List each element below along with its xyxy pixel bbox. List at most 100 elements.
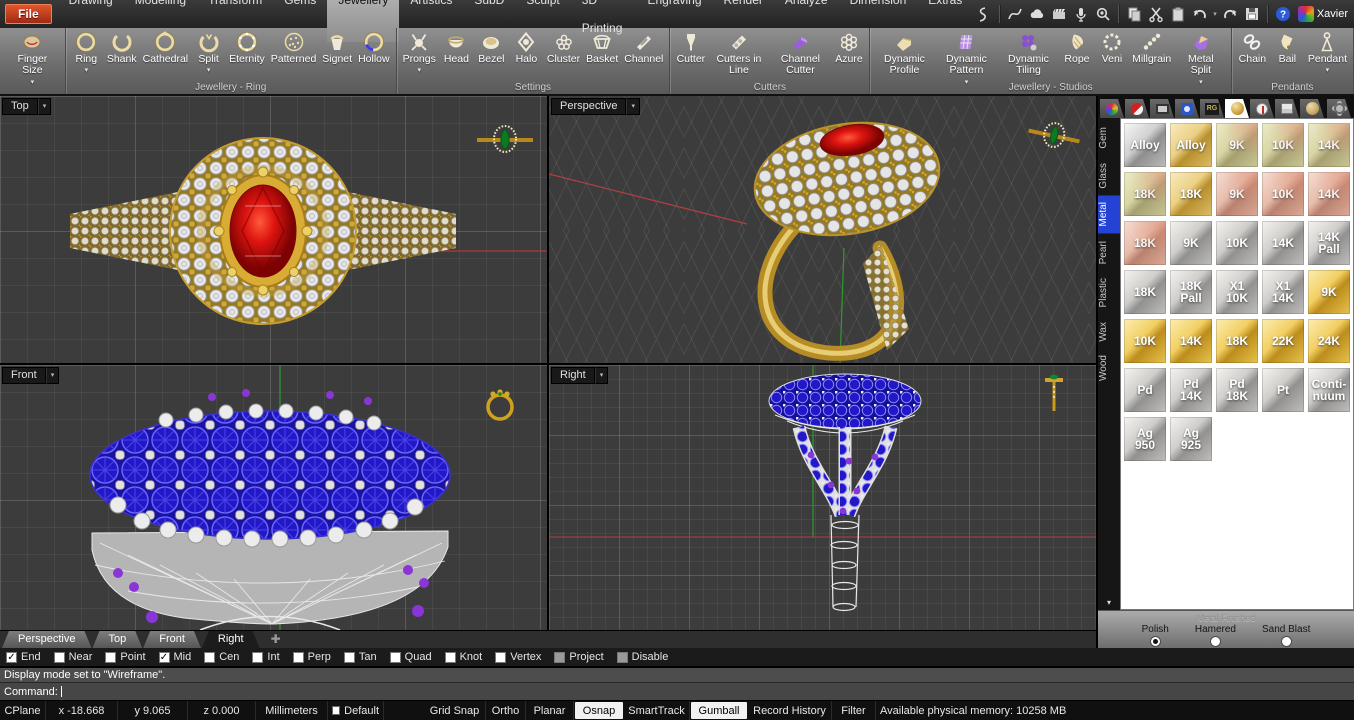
osnap-toggle-cen[interactable]: Cen [204, 651, 239, 663]
osnap-toggle-end[interactable]: ✓End [6, 651, 41, 663]
help-icon[interactable]: ? [1273, 4, 1293, 24]
viewport-canvas-perspective[interactable] [549, 96, 1096, 363]
ribbon-button-prongs[interactable]: Prongs▾ [400, 29, 439, 74]
material-swatch-pd[interactable]: Pd [1124, 368, 1166, 412]
material-swatch-alloy[interactable]: Alloy [1170, 123, 1212, 167]
panel-tab-display[interactable] [1150, 99, 1174, 118]
ribbon-button-bezel[interactable]: Bezel [474, 29, 509, 65]
material-category-gem[interactable]: Gem [1098, 120, 1120, 156]
cut-icon[interactable] [1146, 4, 1166, 24]
viewport-title-top[interactable]: Top [2, 98, 38, 115]
material-category-metal[interactable]: Metal [1098, 195, 1120, 233]
osnap-checkbox-mid[interactable]: ✓ [159, 652, 170, 663]
ribbon-button-cutter[interactable]: Cutter [673, 29, 708, 65]
viewport-front[interactable]: Front▾ [0, 365, 547, 630]
material-swatch-pd-14k[interactable]: Pd 14K [1170, 368, 1212, 412]
material-swatch-ag-950[interactable]: Ag 950 [1124, 417, 1166, 461]
ribbon-button-metal-split[interactable]: Metal Split▾ [1174, 29, 1228, 86]
ribbon-button-cluster[interactable]: Cluster [544, 29, 583, 65]
panel-tab-camera[interactable] [1175, 99, 1199, 118]
osnap-checkbox-quad[interactable] [390, 652, 401, 663]
osnap-toggle-mid[interactable]: ✓Mid [159, 651, 192, 663]
redo-icon[interactable] [1220, 4, 1240, 24]
material-swatch-9k[interactable]: 9K [1216, 172, 1258, 216]
ribbon-button-split[interactable]: Split▾ [191, 29, 226, 74]
material-swatch-x1-14k[interactable]: X1 14K [1262, 270, 1304, 314]
material-category-glass[interactable]: Glass [1098, 156, 1120, 196]
material-swatch-pt[interactable]: Pt [1262, 368, 1304, 412]
ring-top-view[interactable] [70, 138, 456, 324]
statusbar-cplane[interactable]: CPlane [0, 701, 46, 720]
panel-tab-gear[interactable] [1327, 99, 1351, 118]
viewport-tab-front[interactable]: Front [143, 631, 201, 648]
material-swatch-10k[interactable]: 10K [1124, 319, 1166, 363]
ribbon-button-patterned[interactable]: Patterned [268, 29, 320, 65]
ribbon-button-signet[interactable]: Signet [319, 29, 355, 65]
osnap-toggle-perp[interactable]: Perp [293, 651, 331, 663]
viewport-menu-arrow-icon[interactable]: ▾ [46, 367, 60, 384]
material-swatch-10k[interactable]: 10K [1262, 172, 1304, 216]
osnap-toggle-vertex[interactable]: Vertex [495, 651, 541, 663]
statusbar-millimeters[interactable]: Millimeters [256, 701, 328, 720]
material-swatch-conti-nuum[interactable]: Conti- nuum [1308, 368, 1350, 412]
ribbon-button-finger-size[interactable]: Finger Size▾ [3, 29, 62, 86]
material-swatch-9k[interactable]: 9K [1308, 270, 1350, 314]
dropdown-arrow-icon[interactable]: ▾ [31, 78, 35, 86]
material-swatch-x1-10k[interactable]: X1 10K [1216, 270, 1258, 314]
ribbon-button-veni[interactable]: Veni [1094, 29, 1129, 65]
ring-perspective-view[interactable] [747, 110, 948, 353]
ribbon-button-ring[interactable]: Ring▾ [69, 29, 104, 74]
material-swatch-14k[interactable]: 14K [1308, 172, 1350, 216]
material-swatch-14k[interactable]: 14K [1170, 319, 1212, 363]
osnap-toggle-knot[interactable]: Knot [445, 651, 483, 663]
viewport-title-right[interactable]: Right [551, 367, 595, 384]
undo-dropdown-icon[interactable]: ▾ [1213, 10, 1217, 18]
user-account-chip[interactable]: Xavier [1298, 6, 1348, 22]
cloud-icon[interactable] [1027, 4, 1047, 24]
statusbar-filter[interactable]: Filter [832, 701, 876, 720]
save-icon[interactable] [1242, 4, 1262, 24]
ribbon-button-cathedral[interactable]: Cathedral [140, 29, 192, 65]
panel-tab-color-wheel[interactable] [1100, 99, 1124, 118]
finish-radio-sand-blast[interactable] [1281, 636, 1292, 647]
material-swatch-10k[interactable]: 10K [1262, 123, 1304, 167]
material-swatch-9k[interactable]: 9K [1216, 123, 1258, 167]
ribbon-button-hollow[interactable]: Hollow [355, 29, 393, 65]
material-swatch-ag-925[interactable]: Ag 925 [1170, 417, 1212, 461]
osnap-checkbox-perp[interactable] [293, 652, 304, 663]
viewport-canvas-top[interactable] [0, 96, 547, 363]
ribbon-button-channel[interactable]: Channel [621, 29, 666, 65]
ribbon-button-shank[interactable]: Shank [104, 29, 140, 65]
material-swatch-pd-18k[interactable]: Pd 18K [1216, 368, 1258, 412]
dropdown-arrow-icon[interactable]: ▾ [1326, 66, 1330, 74]
ribbon-button-dynamic-pattern[interactable]: Dynamic Pattern▾ [935, 29, 997, 86]
finish-option-hamered[interactable]: Hamered [1195, 624, 1236, 647]
osnap-checkbox-near[interactable] [54, 652, 65, 663]
material-swatch-18k[interactable]: 18K [1124, 221, 1166, 265]
viewport-top[interactable]: Top▾ [0, 96, 547, 363]
panel-tab-compass[interactable] [1250, 99, 1274, 118]
viewport-menu-arrow-icon[interactable]: ▾ [38, 98, 52, 115]
osnap-checkbox-point[interactable] [105, 652, 116, 663]
ribbon-button-halo[interactable]: Halo [509, 29, 544, 65]
panel-tab-cabinet[interactable] [1275, 99, 1299, 118]
statusbar-grid-snap[interactable]: Grid Snap [424, 701, 486, 720]
panel-tab-paint[interactable] [1125, 99, 1149, 118]
command-input[interactable]: Command: [0, 682, 1354, 700]
statusbar-gumball[interactable]: Gumball [691, 702, 747, 719]
dropdown-arrow-icon[interactable]: ▾ [417, 66, 421, 74]
material-swatch-18k[interactable]: 18K [1124, 270, 1166, 314]
material-swatch-18k[interactable]: 18K [1124, 172, 1166, 216]
osnap-toggle-project[interactable]: Project [554, 651, 603, 663]
osnap-toggle-quad[interactable]: Quad [390, 651, 432, 663]
secondary-ring-object-front[interactable] [488, 389, 512, 419]
viewport-menu-arrow-icon[interactable]: ▾ [595, 367, 609, 384]
ribbon-button-basket[interactable]: Basket [583, 29, 621, 65]
material-swatch-9k[interactable]: 9K [1170, 221, 1212, 265]
zoom-plus-icon[interactable] [1093, 4, 1113, 24]
viewport-tab-perspective[interactable]: Perspective [2, 631, 91, 648]
osnap-checkbox-int[interactable] [252, 652, 263, 663]
panel-scroll-down-icon[interactable]: ▾ [1098, 595, 1120, 610]
ribbon-button-dynamic-tiling[interactable]: Dynamic Tiling [997, 29, 1059, 77]
ring-head-front-view[interactable] [90, 389, 450, 630]
